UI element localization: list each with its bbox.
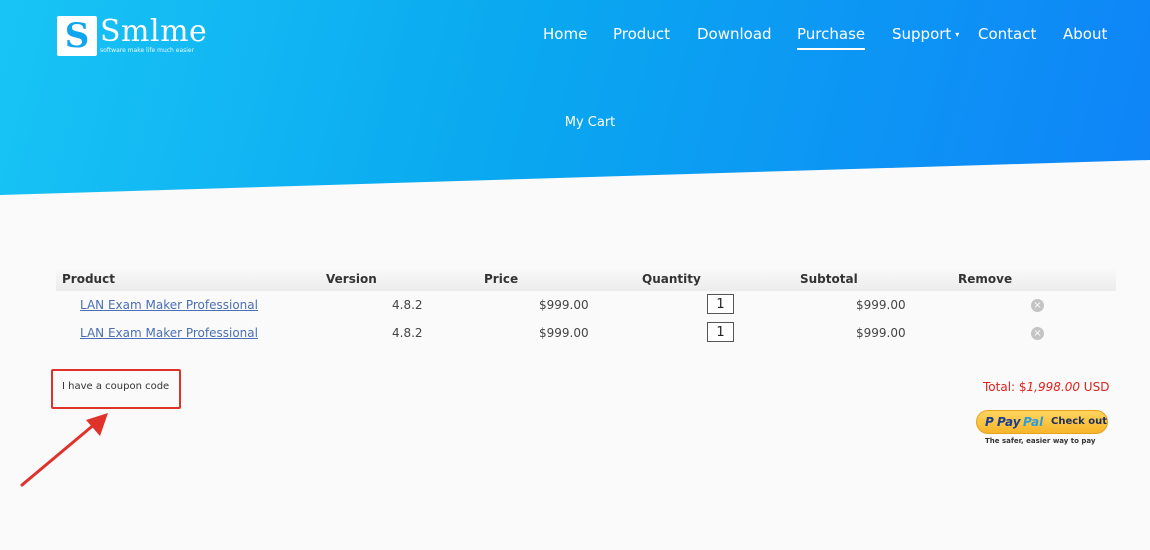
total-amount: 1,998.00 bbox=[1026, 380, 1080, 394]
page: S Smlme software make life much easier H… bbox=[0, 0, 1150, 550]
total-label: Total: $ bbox=[983, 380, 1027, 394]
paypal-icon: P bbox=[985, 415, 994, 429]
paypal-checkout-label: Check out bbox=[1051, 416, 1108, 427]
paypal-tagline: The safer, easier way to pay bbox=[985, 437, 1096, 445]
cart-total: Total: $1,998.00 USD bbox=[983, 380, 1109, 394]
annotation-arrow-icon bbox=[20, 413, 108, 487]
paypal-word-pay: Pay bbox=[997, 415, 1021, 429]
paypal-word-pal: Pal bbox=[1023, 415, 1044, 429]
paypal-checkout-button[interactable]: P Pay Pal Check out bbox=[976, 410, 1108, 434]
total-currency: USD bbox=[1083, 380, 1110, 394]
